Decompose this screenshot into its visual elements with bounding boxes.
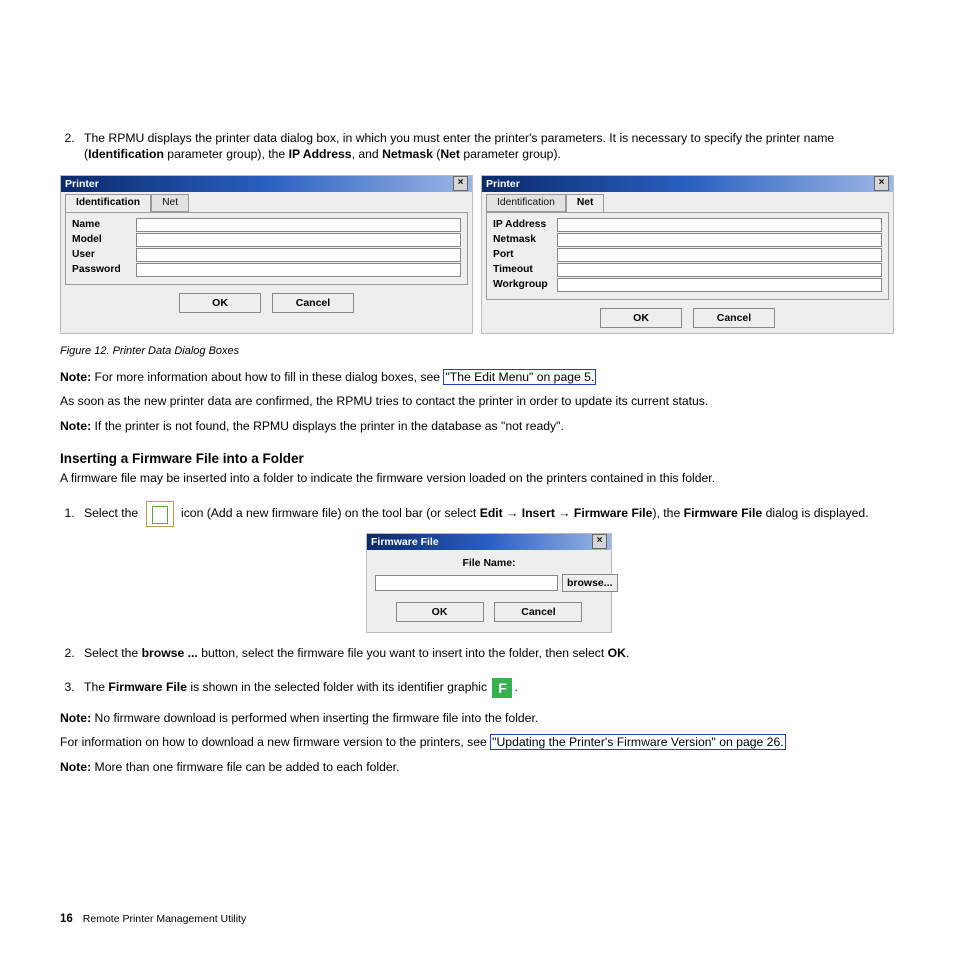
ok-button[interactable]: OK — [600, 308, 682, 328]
tab-net[interactable]: Net — [566, 194, 605, 212]
dialog-title: Firmware File — [371, 535, 439, 549]
page-number: 16 — [60, 913, 73, 925]
note-2: Note: If the printer is not found, the R… — [60, 418, 894, 434]
browse-button[interactable]: browse... — [562, 574, 618, 592]
note-1: Note: For more information about how to … — [60, 369, 894, 385]
label-name: Name — [72, 218, 130, 232]
firmware-file-icon: F — [492, 678, 512, 698]
name-input[interactable] — [136, 218, 461, 232]
dialog-figure-row: Printer × Identification Net Name Model … — [60, 175, 894, 334]
firmware-file-dialog: Firmware File × File Name: browse... OK … — [366, 533, 612, 634]
printer-dialog-identification: Printer × Identification Net Name Model … — [60, 175, 473, 334]
ok-button[interactable]: OK — [396, 602, 484, 622]
tab-identification[interactable]: Identification — [486, 194, 566, 212]
page-footer: 16 Remote Printer Management Utility — [60, 912, 246, 928]
port-input[interactable] — [557, 248, 882, 262]
label-timeout: Timeout — [493, 263, 551, 277]
link-updating-firmware[interactable]: "Updating the Printer's Firmware Version… — [490, 734, 785, 750]
link-edit-menu[interactable]: "The Edit Menu" on page 5. — [443, 369, 596, 385]
cancel-button[interactable]: Cancel — [494, 602, 582, 622]
label-netmask: Netmask — [493, 233, 551, 247]
dialog-title: Printer — [486, 177, 520, 191]
label-workgroup: Workgroup — [493, 278, 551, 292]
step-3: The Firmware File is shown in the select… — [78, 678, 894, 698]
figure-caption: Figure 12. Printer Data Dialog Boxes — [60, 344, 894, 359]
titlebar: Firmware File × — [367, 534, 611, 550]
ok-button[interactable]: OK — [179, 293, 261, 313]
label-password: Password — [72, 263, 130, 277]
close-icon[interactable]: × — [874, 176, 889, 191]
titlebar: Printer × — [61, 176, 472, 192]
printer-dialog-net: Printer × Identification Net IP Address … — [481, 175, 894, 334]
list-item-2: The RPMU displays the printer data dialo… — [78, 130, 894, 163]
netmask-input[interactable] — [557, 233, 882, 247]
tab-identification[interactable]: Identification — [65, 194, 151, 212]
cancel-button[interactable]: Cancel — [272, 293, 354, 313]
titlebar: Printer × — [482, 176, 893, 192]
model-input[interactable] — [136, 233, 461, 247]
section-heading: Inserting a Firmware File into a Folder — [60, 450, 894, 468]
user-input[interactable] — [136, 248, 461, 262]
file-name-label: File Name: — [375, 556, 603, 570]
dialog-title: Printer — [65, 177, 99, 191]
doc-title: Remote Printer Management Utility — [83, 913, 246, 925]
label-port: Port — [493, 248, 551, 262]
cancel-button[interactable]: Cancel — [693, 308, 775, 328]
step-2: Select the browse ... button, select the… — [78, 645, 894, 661]
section-intro: A firmware file may be inserted into a f… — [60, 470, 894, 486]
note-3: Note: No firmware download is performed … — [60, 710, 894, 726]
label-ip: IP Address — [493, 218, 551, 232]
step-1: Select the icon (Add a new firmware file… — [78, 501, 894, 634]
ip-input[interactable] — [557, 218, 882, 232]
li2-text: The RPMU displays the printer data dialo… — [84, 131, 834, 161]
close-icon[interactable]: × — [453, 176, 468, 191]
tab-net[interactable]: Net — [151, 194, 189, 212]
password-input[interactable] — [136, 263, 461, 277]
workgroup-input[interactable] — [557, 278, 882, 292]
close-icon[interactable]: × — [592, 534, 607, 549]
label-model: Model — [72, 233, 130, 247]
note-4: Note: More than one firmware file can be… — [60, 759, 894, 775]
timeout-input[interactable] — [557, 263, 882, 277]
label-user: User — [72, 248, 130, 262]
file-name-input[interactable] — [375, 575, 558, 591]
paragraph-info: For information on how to download a new… — [60, 734, 894, 750]
add-firmware-icon — [146, 501, 174, 527]
paragraph: As soon as the new printer data are conf… — [60, 393, 894, 409]
